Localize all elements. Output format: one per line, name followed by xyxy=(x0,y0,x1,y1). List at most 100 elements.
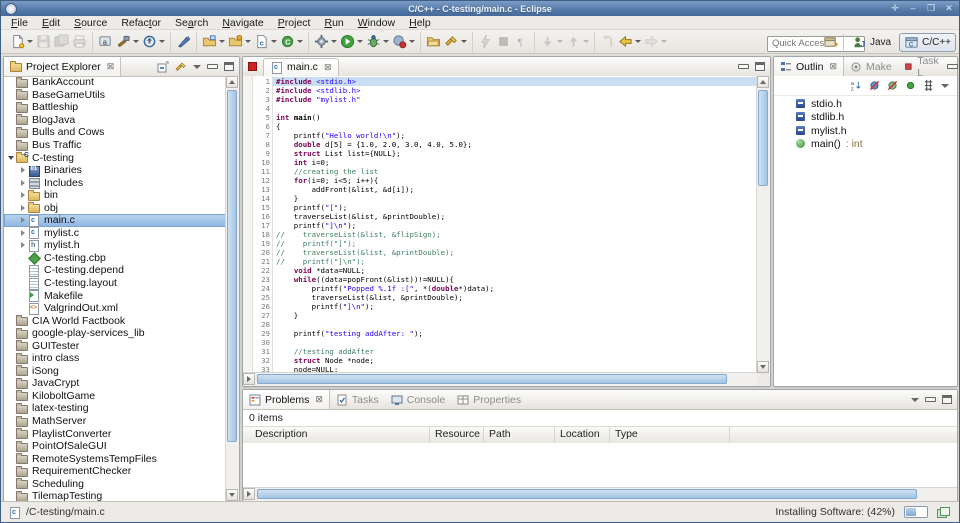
editor-scroll-down-arrow[interactable] xyxy=(757,361,769,373)
column-header-path[interactable]: Path xyxy=(484,427,555,443)
link-with-editor-button[interactable] xyxy=(443,33,468,50)
explorer-scroll-thumb[interactable] xyxy=(227,90,237,442)
new-c-file-button[interactable]: c xyxy=(253,33,278,50)
editor-maximize-icon[interactable] xyxy=(755,62,765,71)
link-with-editor-icon[interactable] xyxy=(175,61,187,73)
problems-maximize-icon[interactable] xyxy=(942,395,952,404)
code-line-6[interactable]: { xyxy=(276,122,757,131)
tree-item-kiloboltgame[interactable]: KiloboltGame xyxy=(4,390,226,403)
tree-item-valgrindout-xml[interactable]: <> ValgrindOut.xml xyxy=(4,302,226,315)
view-menu-icon[interactable] xyxy=(193,64,201,69)
hide-fields-icon[interactable] xyxy=(869,80,880,91)
tree-item-makefile[interactable]: Makefile xyxy=(4,289,226,303)
code-line-9[interactable]: struct List list={NULL}; xyxy=(276,149,757,158)
outline-close-icon[interactable]: ⊠ xyxy=(829,61,837,72)
collapsed-arrow-icon[interactable] xyxy=(18,179,28,186)
menu-window[interactable]: Window xyxy=(351,16,402,30)
expanded-arrow-icon[interactable] xyxy=(6,155,16,160)
tab-problems[interactable]: Problems ⊠ xyxy=(243,390,330,409)
tree-item-guitester[interactable]: GUITester xyxy=(4,339,226,352)
menu-file[interactable]: File xyxy=(4,16,35,30)
new-source-folder-caret[interactable] xyxy=(219,40,225,43)
last-edit-location-button[interactable] xyxy=(599,33,616,50)
previous-annotation-caret[interactable] xyxy=(583,40,589,43)
editor-tab-main-c[interactable]: c main.c ⊠ xyxy=(263,57,340,76)
progress-indicator[interactable] xyxy=(904,506,928,518)
hide-inactive-icon[interactable] xyxy=(923,80,934,91)
build-caret[interactable] xyxy=(133,40,139,43)
tree-item-blogjava[interactable]: BlogJava xyxy=(4,114,226,127)
tree-item-pointofsalegui[interactable]: PointOfSaleGUI xyxy=(4,440,226,453)
collapsed-arrow-icon[interactable] xyxy=(18,192,28,199)
tree-item-mathserver[interactable]: MathServer xyxy=(4,415,226,428)
tab-console[interactable]: Console xyxy=(385,390,452,409)
new-source-file-button[interactable] xyxy=(227,33,252,50)
external-tools-button[interactable] xyxy=(313,33,338,50)
new-c-file-caret[interactable] xyxy=(271,40,277,43)
outline-list[interactable]: stdio.h stdlib.h mylist.h main() : int xyxy=(774,97,957,386)
shade-button[interactable]: ✛ xyxy=(889,2,901,14)
back-caret[interactable] xyxy=(635,40,641,43)
sort-icon[interactable]: az xyxy=(851,80,862,91)
hide-non-public-icon[interactable] xyxy=(905,80,916,91)
code-line-1[interactable]: #include <stdio.h> xyxy=(273,77,757,86)
background-jobs-icon[interactable] xyxy=(937,506,950,518)
forward-caret[interactable] xyxy=(661,40,667,43)
tab-properties[interactable]: Properties xyxy=(451,390,527,409)
tree-item-playlistconverter[interactable]: PlaylistConverter xyxy=(4,427,226,440)
code-line-18[interactable]: // traverseList(&list, &flipSign); xyxy=(276,230,757,239)
perspective-cpp-button[interactable]: C C/C++ xyxy=(899,32,956,52)
new-wizard-button[interactable] xyxy=(9,33,34,50)
minimize-view-icon[interactable] xyxy=(207,64,218,69)
menu-search[interactable]: Search xyxy=(168,16,215,30)
tree-item-google-play-services-lib[interactable]: google-play-services_lib xyxy=(4,327,226,340)
annotation-ruler[interactable] xyxy=(243,76,253,373)
tree-item-bin[interactable]: bin xyxy=(4,189,226,202)
tab-project-explorer[interactable]: Project Explorer ⊠ xyxy=(4,57,122,76)
menu-navigate[interactable]: Navigate xyxy=(215,16,270,30)
outline-item-main-[interactable]: main() : int xyxy=(774,138,957,152)
outline-item-mylist-h[interactable]: mylist.h xyxy=(774,124,957,138)
save-all-button[interactable] xyxy=(53,33,70,50)
tree-item-cia-world-factbook[interactable]: CIA World Factbook xyxy=(4,314,226,327)
new-source-file-caret[interactable] xyxy=(245,40,251,43)
editor-scroll-up-arrow[interactable] xyxy=(757,76,769,88)
tab-outline[interactable]: Outlin ⊠ xyxy=(774,57,844,76)
mark-occurrences-button[interactable] xyxy=(175,33,192,50)
code-line-15[interactable]: printf("["); xyxy=(276,203,757,212)
tree-item-c-testing-layout[interactable]: C-testing.layout xyxy=(4,277,226,290)
explorer-vertical-scrollbar[interactable] xyxy=(225,76,239,501)
new-source-folder-button[interactable] xyxy=(201,33,226,50)
next-annotation-button[interactable] xyxy=(539,33,564,50)
code-line-8[interactable]: double d[5] = {1.0, 2.0, 3.0, 4.0, 5.0}; xyxy=(276,140,757,149)
maximize-button[interactable]: ❐ xyxy=(925,2,937,14)
code-line-10[interactable]: int i=0; xyxy=(276,158,757,167)
code-editor[interactable]: 1 2 3 4 5 6 7 8 9 10 11 12 13 14 15 16 17 18 19 20 21 22 23 24 2… xyxy=(243,76,757,373)
tree-item-c-testing[interactable]: C C-testing xyxy=(4,151,226,164)
code-line-5[interactable]: int main() xyxy=(276,113,757,122)
close-button[interactable]: ✕ xyxy=(943,2,955,14)
tree-item-c-testing-cbp[interactable]: C-testing.cbp xyxy=(4,252,226,266)
problems-scroll-right-arrow[interactable] xyxy=(243,488,255,500)
skip-breakpoints-button[interactable] xyxy=(477,33,494,50)
project-explorer-close-icon[interactable]: ⊠ xyxy=(107,61,115,72)
project-tree[interactable]: BankAccount BaseGameUtils Battleship BlogJa… xyxy=(4,76,226,501)
profile-button[interactable] xyxy=(391,33,416,50)
new-class-button[interactable]: C xyxy=(279,33,304,50)
code-line-16[interactable]: traverseList(&list, &printDouble); xyxy=(276,212,757,221)
editor-minimize-icon[interactable] xyxy=(738,64,749,69)
debug-button[interactable] xyxy=(365,33,390,50)
code-line-12[interactable]: for(i=0; i<5; i++){ xyxy=(276,176,757,185)
tree-item-bus-traffic[interactable]: Bus Traffic xyxy=(4,139,226,152)
collapsed-arrow-icon[interactable] xyxy=(18,229,28,236)
outline-minimize-icon[interactable] xyxy=(947,64,959,69)
code-line-17[interactable]: printf("]\n"); xyxy=(276,221,757,230)
problems-minimize-icon[interactable] xyxy=(925,397,936,402)
menu-edit[interactable]: Edit xyxy=(35,16,67,30)
collapse-all-icon[interactable] xyxy=(157,61,169,73)
code-line-13[interactable]: addFront(&list, &d[i]); xyxy=(276,185,757,194)
tree-item-c-testing-depend[interactable]: C-testing.depend xyxy=(4,264,226,277)
code-line-30[interactable] xyxy=(276,338,757,347)
problems-close-icon[interactable]: ⊠ xyxy=(315,394,323,405)
code-line-4[interactable] xyxy=(276,104,757,113)
